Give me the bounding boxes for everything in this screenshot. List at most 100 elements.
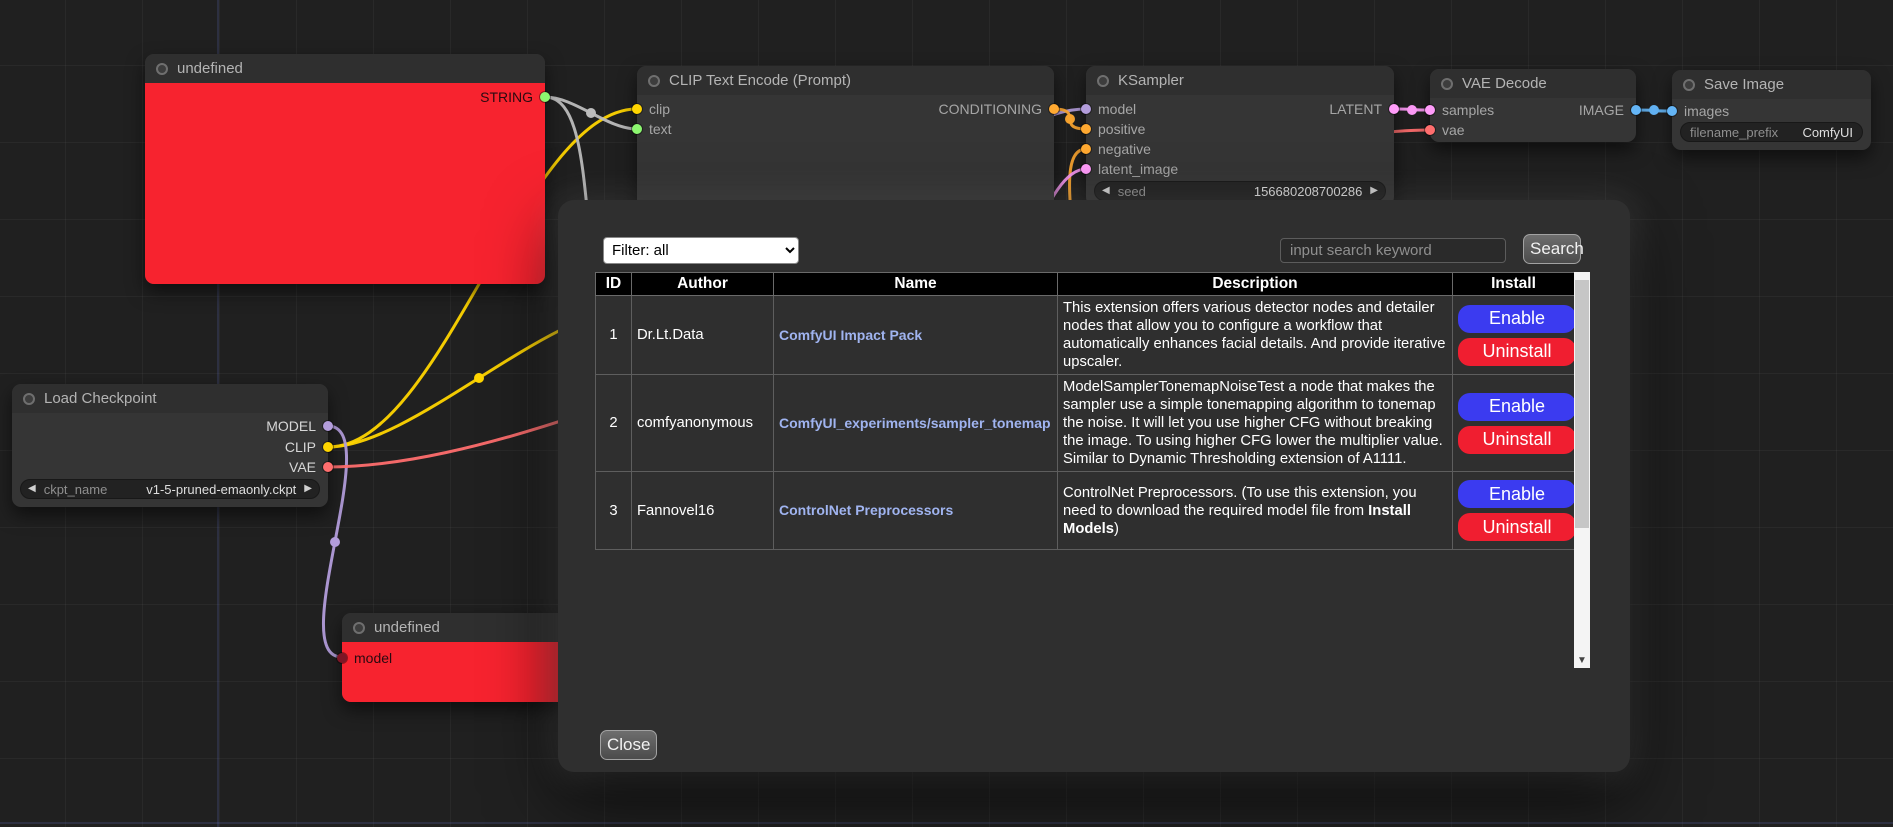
input-slot-images[interactable]: images: [1667, 102, 1729, 120]
slot-label: CONDITIONING: [939, 101, 1042, 117]
link-midpoint-dot[interactable]: [474, 373, 484, 383]
node-header[interactable]: CLIP Text Encode (Prompt): [637, 66, 1054, 95]
model-slot-dot-icon[interactable]: [323, 421, 333, 431]
latent-slot-dot-icon[interactable]: [1425, 105, 1435, 115]
link-midpoint-dot[interactable]: [1065, 114, 1075, 124]
header-install: Install: [1453, 273, 1575, 296]
close-button[interactable]: Close: [600, 730, 657, 760]
string-slot-dot-icon[interactable]: [540, 92, 550, 102]
search-input[interactable]: [1280, 238, 1506, 263]
node-save-image[interactable]: Save Image images filename_prefix ComfyU…: [1672, 70, 1871, 150]
uninstall-button[interactable]: Uninstall: [1458, 426, 1576, 454]
node-header[interactable]: KSampler: [1086, 66, 1394, 95]
seed-widget[interactable]: ◀ seed 156680208700286 ▶: [1094, 181, 1386, 201]
widget-value: ComfyUI: [1802, 125, 1853, 140]
link-midpoint-dot[interactable]: [1407, 105, 1417, 115]
output-slot-image[interactable]: IMAGE: [1579, 101, 1641, 119]
string-slot-dot-icon[interactable]: [632, 124, 642, 134]
image-slot-dot-icon[interactable]: [1631, 105, 1641, 115]
scroll-down-button[interactable]: ▼: [1574, 652, 1590, 668]
filter-select[interactable]: Filter: all: [603, 237, 799, 264]
ckpt-name-widget[interactable]: ◀ ckpt_name v1-5-pruned-emaonly.ckpt ▶: [20, 479, 320, 499]
extension-name-link[interactable]: ComfyUI Impact Pack: [779, 327, 922, 343]
node-title: Load Checkpoint: [44, 390, 157, 407]
widget-label: ckpt_name: [44, 482, 108, 497]
filename-prefix-widget[interactable]: filename_prefix ComfyUI: [1680, 122, 1863, 142]
node-header[interactable]: Save Image: [1672, 70, 1871, 99]
model-slot-dot-icon[interactable]: [337, 653, 347, 663]
latent-slot-dot-icon[interactable]: [1081, 164, 1091, 174]
model-slot-dot-icon[interactable]: [1081, 104, 1091, 114]
conditioning-slot-dot-icon[interactable]: [1081, 124, 1091, 134]
uninstall-button[interactable]: Uninstall: [1458, 513, 1576, 541]
collapse-dot-icon[interactable]: [648, 75, 660, 87]
latent-slot-dot-icon[interactable]: [1389, 104, 1399, 114]
node-header[interactable]: VAE Decode: [1430, 69, 1636, 98]
extension-id: 2: [596, 375, 632, 472]
input-slot-model[interactable]: model: [1081, 100, 1136, 118]
node-graph-canvas[interactable]: undefined STRING CLIP Text Encode (Promp…: [0, 0, 1893, 827]
node-undefined-primitive[interactable]: undefined STRING: [145, 54, 545, 284]
node-vae-decode[interactable]: VAE Decode samples vae IMAGE: [1430, 69, 1636, 142]
node-load-checkpoint[interactable]: Load Checkpoint MODEL CLIP VAE ◀ ckpt_na…: [12, 384, 328, 507]
output-slot-string[interactable]: STRING: [480, 88, 550, 106]
link-midpoint-dot[interactable]: [330, 537, 340, 547]
node-title: CLIP Text Encode (Prompt): [669, 72, 851, 89]
output-slot-vae[interactable]: VAE: [289, 458, 333, 476]
input-slot-positive[interactable]: positive: [1081, 120, 1145, 138]
node-title: KSampler: [1118, 72, 1184, 89]
collapse-dot-icon[interactable]: [23, 393, 35, 405]
collapse-dot-icon[interactable]: [1441, 78, 1453, 90]
output-slot-latent[interactable]: LATENT: [1329, 100, 1399, 118]
conditioning-slot-dot-icon[interactable]: [1081, 144, 1091, 154]
previous-arrow-icon[interactable]: ◀: [28, 484, 36, 494]
collapse-dot-icon[interactable]: [1683, 79, 1695, 91]
enable-button[interactable]: Enable: [1458, 305, 1576, 333]
extension-name-link[interactable]: ComfyUI_experiments/sampler_tonemap: [779, 415, 1051, 431]
node-header[interactable]: undefined: [342, 613, 592, 642]
enable-button[interactable]: Enable: [1458, 480, 1576, 508]
link-midpoint-dot[interactable]: [586, 108, 596, 118]
input-slot-latent-image[interactable]: latent_image: [1081, 160, 1178, 178]
slot-label: positive: [1098, 121, 1145, 137]
vae-slot-dot-icon[interactable]: [323, 462, 333, 472]
input-slot-clip[interactable]: clip: [632, 100, 670, 118]
input-slot-text[interactable]: text: [632, 120, 672, 138]
increment-arrow-icon[interactable]: ▶: [1370, 186, 1378, 196]
search-button[interactable]: Search: [1523, 234, 1581, 264]
link-midpoint-dot[interactable]: [1649, 105, 1659, 115]
input-slot-samples[interactable]: samples: [1425, 101, 1494, 119]
input-slot-negative[interactable]: negative: [1081, 140, 1151, 158]
node-undefined-bottom[interactable]: undefined model: [342, 613, 592, 702]
collapse-dot-icon[interactable]: [1097, 75, 1109, 87]
input-slot-model[interactable]: model: [337, 649, 392, 667]
output-slot-clip[interactable]: CLIP: [285, 438, 333, 456]
uninstall-button[interactable]: Uninstall: [1458, 338, 1576, 366]
custom-nodes-manager-dialog: Filter: all Search ID Author Name Descri…: [558, 200, 1630, 772]
collapse-dot-icon[interactable]: [353, 622, 365, 634]
scrollbar-thumb[interactable]: [1575, 280, 1589, 528]
node-ksampler[interactable]: KSampler model positive negative latent_…: [1086, 66, 1394, 206]
slot-label: clip: [649, 101, 670, 117]
clip-slot-dot-icon[interactable]: [323, 442, 333, 452]
conditioning-slot-dot-icon[interactable]: [1049, 104, 1059, 114]
clip-slot-dot-icon[interactable]: [632, 104, 642, 114]
output-slot-model[interactable]: MODEL: [266, 417, 333, 435]
decrement-arrow-icon[interactable]: ◀: [1102, 186, 1110, 196]
table-scrollbar[interactable]: ▼: [1574, 272, 1590, 668]
slot-label: LATENT: [1329, 101, 1382, 117]
slot-label: model: [354, 650, 392, 666]
image-slot-dot-icon[interactable]: [1667, 106, 1677, 116]
vae-slot-dot-icon[interactable]: [1425, 125, 1435, 135]
enable-button[interactable]: Enable: [1458, 393, 1576, 421]
extension-name-link[interactable]: ControlNet Preprocessors: [779, 502, 953, 518]
slot-label: model: [1098, 101, 1136, 117]
collapse-dot-icon[interactable]: [156, 63, 168, 75]
node-header[interactable]: Load Checkpoint: [12, 384, 328, 413]
output-slot-conditioning[interactable]: CONDITIONING: [939, 100, 1059, 118]
extension-description: This extension offers various detector n…: [1058, 296, 1453, 375]
error-node-body: [145, 83, 545, 284]
input-slot-vae[interactable]: vae: [1425, 121, 1465, 139]
node-header[interactable]: undefined: [145, 54, 545, 83]
next-arrow-icon[interactable]: ▶: [304, 484, 312, 494]
